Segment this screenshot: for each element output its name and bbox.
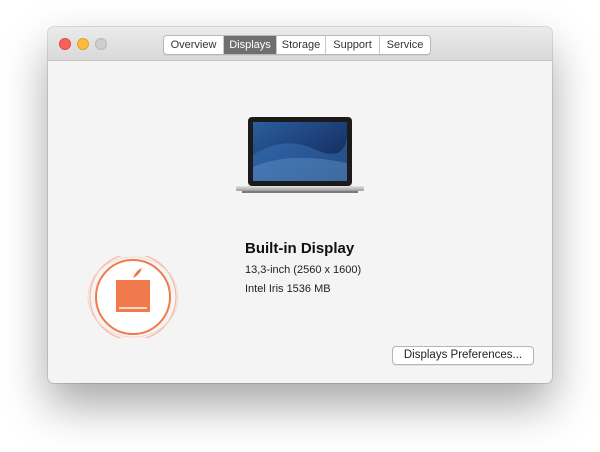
title-bar: Overview Displays Storage Support Servic… [48,27,552,61]
laptop-icon [236,117,364,193]
tab-storage[interactable]: Storage [276,36,325,54]
minimize-button[interactable] [77,38,89,50]
tab-support[interactable]: Support [325,36,379,54]
display-name: Built-in Display [245,240,355,257]
tab-displays[interactable]: Displays [223,36,276,54]
apple-logo-watermark [87,256,179,338]
displays-preferences-button[interactable]: Displays Preferences... [392,346,534,365]
graphics-info: Intel Iris 1536 MB [245,283,331,295]
tab-bar: Overview Displays Storage Support Servic… [163,35,431,55]
tab-overview[interactable]: Overview [164,36,223,54]
tab-service[interactable]: Service [379,36,430,54]
close-button[interactable] [59,38,71,50]
zoom-button[interactable] [95,38,107,50]
display-size-resolution: 13,3-inch (2560 x 1600) [245,264,362,276]
